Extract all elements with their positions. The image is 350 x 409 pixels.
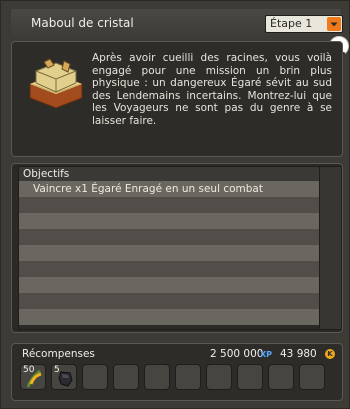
dark-item-icon bbox=[52, 371, 78, 394]
objectives-table: Objectifs Vaincre x1 Égaré Enragé en un … bbox=[18, 166, 342, 330]
empty-row bbox=[19, 293, 319, 309]
book-icon bbox=[26, 54, 86, 109]
wheat-item-icon bbox=[21, 369, 47, 394]
empty-row bbox=[19, 197, 319, 213]
objectives-panel: Objectifs Vaincre x1 Égaré Enragé en un … bbox=[11, 163, 343, 333]
empty-row bbox=[19, 309, 319, 325]
objectives-scrollbar[interactable] bbox=[319, 167, 341, 329]
quest-window: Maboul de cristal Étape 1 Après avoir cu… bbox=[0, 0, 350, 409]
reward-qty: 50 bbox=[23, 365, 35, 375]
kamas-value: 43 980 bbox=[280, 348, 317, 360]
rewards-panel: Récompenses 2 500 000 XP 43 980 K 50 5 bbox=[11, 343, 343, 401]
step-select-value: Étape 1 bbox=[270, 17, 313, 30]
reward-slot[interactable] bbox=[113, 364, 139, 390]
empty-row bbox=[19, 245, 319, 261]
empty-row bbox=[19, 277, 319, 293]
step-select[interactable]: Étape 1 bbox=[265, 15, 343, 33]
xp-icon: XP bbox=[260, 350, 273, 359]
quest-description-panel: Après avoir cueilli des racines, vous vo… bbox=[11, 41, 343, 157]
reward-slot[interactable]: 50 bbox=[20, 364, 46, 390]
reward-slot[interactable]: 5 bbox=[51, 364, 77, 390]
objective-text: Vaincre x1 Égaré Enragé en un seul comba… bbox=[33, 183, 263, 195]
empty-row bbox=[19, 229, 319, 245]
reward-slot[interactable] bbox=[299, 364, 325, 390]
quest-header: Maboul de cristal Étape 1 bbox=[11, 9, 343, 37]
quest-description-text: Après avoir cueilli des racines, vous vo… bbox=[92, 52, 332, 127]
rewards-title: Récompenses bbox=[22, 348, 95, 360]
reward-slot[interactable] bbox=[206, 364, 232, 390]
xp-value: 2 500 000 bbox=[210, 348, 264, 360]
quest-title: Maboul de cristal bbox=[31, 16, 134, 30]
reward-qty: 5 bbox=[54, 365, 60, 375]
reward-slot[interactable] bbox=[144, 364, 170, 390]
kamas-icon: K bbox=[325, 349, 335, 359]
empty-row bbox=[19, 261, 319, 277]
reward-slot[interactable] bbox=[175, 364, 201, 390]
reward-slot[interactable] bbox=[268, 364, 294, 390]
empty-row bbox=[19, 213, 319, 229]
reward-slot[interactable] bbox=[237, 364, 263, 390]
chevron-down-icon[interactable] bbox=[327, 17, 341, 31]
objectives-header: Objectifs bbox=[19, 167, 319, 181]
objective-row[interactable]: Vaincre x1 Égaré Enragé en un seul comba… bbox=[19, 181, 319, 197]
reward-slots: 50 5 bbox=[20, 364, 338, 394]
reward-slot[interactable] bbox=[82, 364, 108, 390]
